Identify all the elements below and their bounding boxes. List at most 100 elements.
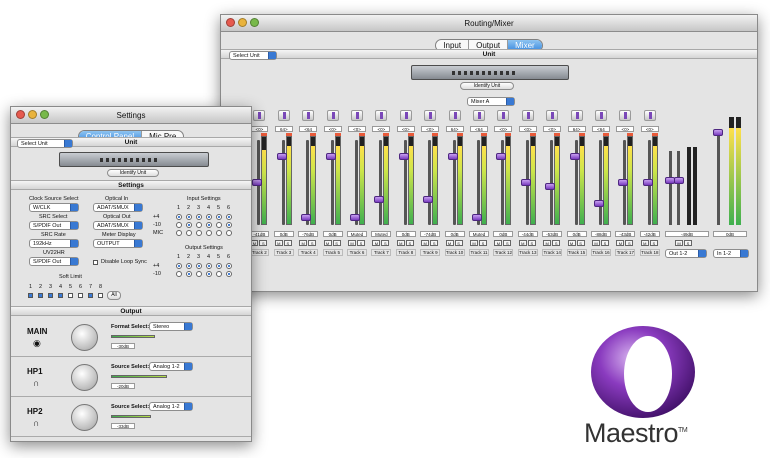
volume-knob[interactable] [71, 364, 98, 391]
mute-button[interactable]: M [592, 240, 600, 246]
fader-knob[interactable] [374, 195, 385, 203]
level-radio[interactable] [176, 271, 182, 277]
level-radio[interactable] [196, 271, 202, 277]
mute-button[interactable]: M [543, 240, 552, 246]
soft-limit-checkbox[interactable] [58, 293, 63, 298]
fader-knob[interactable] [618, 178, 629, 186]
level-radio[interactable] [196, 214, 202, 220]
level-radio[interactable] [186, 271, 192, 277]
level-radio[interactable] [196, 263, 202, 269]
mute-button[interactable]: M [274, 240, 283, 246]
meter-display-select[interactable]: OUTPUT [93, 239, 143, 248]
mute-button[interactable]: M [372, 240, 381, 246]
mute-button[interactable]: M [445, 240, 454, 246]
fader-knob[interactable] [252, 178, 263, 186]
level-radio[interactable] [176, 230, 182, 236]
solo-button[interactable]: S [625, 240, 634, 246]
level-radio[interactable] [216, 214, 222, 220]
output-select[interactable]: Analog 1-2 [149, 362, 193, 371]
out-bus-mute-button[interactable]: M [675, 240, 683, 246]
mute-button[interactable]: M [567, 240, 576, 246]
solo-button[interactable]: S [454, 240, 463, 246]
mute-button[interactable]: M [323, 240, 332, 246]
track-name[interactable]: Track 4 [298, 249, 319, 256]
pan-knob[interactable] [302, 110, 315, 121]
track-name[interactable]: Track 14 [542, 249, 563, 256]
solo-button[interactable]: S [479, 240, 487, 246]
level-radio[interactable] [226, 222, 232, 228]
pan-knob[interactable] [253, 110, 266, 121]
pan-knob[interactable] [643, 110, 656, 121]
soft-limit-all-button[interactable]: All [107, 291, 121, 300]
solo-button[interactable]: S [430, 240, 439, 246]
zoom-icon[interactable] [40, 110, 49, 119]
pan-knob[interactable] [570, 110, 583, 121]
pan-knob[interactable] [546, 110, 559, 121]
track-name[interactable]: Track 8 [395, 249, 416, 256]
pan-knob[interactable] [375, 110, 388, 121]
optical-out-select[interactable]: ADAT/SMUX [93, 221, 143, 230]
mute-button[interactable]: M [518, 240, 527, 246]
pan-knob[interactable] [326, 110, 339, 121]
track-name[interactable]: Track 12 [493, 249, 514, 256]
soft-limit-checkbox[interactable] [98, 293, 103, 298]
src-rate-select[interactable]: 192kHz [29, 239, 79, 248]
level-radio[interactable] [206, 230, 212, 236]
clock-source-select[interactable]: W/CLK [29, 203, 79, 212]
fader-knob[interactable] [496, 153, 507, 160]
fader-knob[interactable] [472, 214, 482, 222]
level-radio[interactable] [226, 230, 232, 236]
level-radio[interactable] [206, 214, 212, 220]
fader-knob[interactable] [350, 214, 360, 222]
level-radio[interactable] [226, 271, 232, 277]
disable-loop-sync-checkbox[interactable] [93, 260, 98, 265]
out-bus-select[interactable]: Out 1-2 [665, 249, 707, 258]
track-name[interactable]: Track 3 [273, 249, 294, 256]
src-select[interactable]: S/PDIF Out [29, 221, 79, 230]
mute-button[interactable]: M [494, 240, 503, 246]
solo-button[interactable]: S [283, 240, 292, 246]
pan-knob[interactable] [277, 110, 290, 121]
level-radio[interactable] [206, 263, 212, 269]
fader-knob[interactable] [325, 153, 336, 160]
level-radio[interactable] [216, 222, 222, 228]
pan-knob[interactable] [595, 110, 607, 121]
pan-knob[interactable] [448, 110, 461, 121]
track-name[interactable]: Track 9 [420, 249, 441, 256]
level-radio[interactable] [176, 222, 182, 228]
solo-button[interactable]: S [357, 240, 365, 246]
pan-knob[interactable] [619, 110, 632, 121]
volume-knob[interactable] [71, 404, 98, 431]
level-radio[interactable] [186, 222, 192, 228]
solo-button[interactable]: S [552, 240, 561, 246]
fader-knob[interactable] [569, 153, 580, 160]
mixer-select-dropdown[interactable]: Mixer A [467, 97, 515, 106]
level-radio[interactable] [206, 222, 212, 228]
fader-knob[interactable] [423, 195, 434, 203]
solo-button[interactable]: S [576, 240, 585, 246]
fader-knob[interactable] [520, 178, 531, 186]
level-radio[interactable] [176, 214, 182, 220]
fader-knob[interactable] [594, 199, 604, 207]
settings-identify-unit-button[interactable]: Identify Unit [107, 169, 159, 177]
in-bus-fader[interactable] [713, 129, 723, 136]
mixer-identify-unit-button[interactable]: Identify Unit [460, 82, 514, 90]
close-icon[interactable] [16, 110, 25, 119]
soft-limit-checkbox[interactable] [38, 293, 43, 298]
track-name[interactable]: Track 6 [347, 249, 367, 256]
level-radio[interactable] [186, 214, 192, 220]
track-name[interactable]: Track 11 [469, 249, 489, 256]
solo-button[interactable]: S [527, 240, 536, 246]
pan-knob[interactable] [497, 110, 510, 121]
level-radio[interactable] [186, 230, 192, 236]
track-name[interactable]: Track 2 [249, 249, 270, 256]
mute-button[interactable]: M [299, 240, 308, 246]
solo-button[interactable]: S [381, 240, 390, 246]
fader-knob[interactable] [642, 178, 653, 186]
track-name[interactable]: Track 7 [371, 249, 392, 256]
uv22-select[interactable]: S/PDIF Out [29, 257, 79, 266]
track-name[interactable]: Track 18 [639, 249, 660, 256]
track-name[interactable]: Track 5 [322, 249, 343, 256]
solo-button[interactable]: S [332, 240, 341, 246]
pan-knob[interactable] [473, 110, 485, 121]
